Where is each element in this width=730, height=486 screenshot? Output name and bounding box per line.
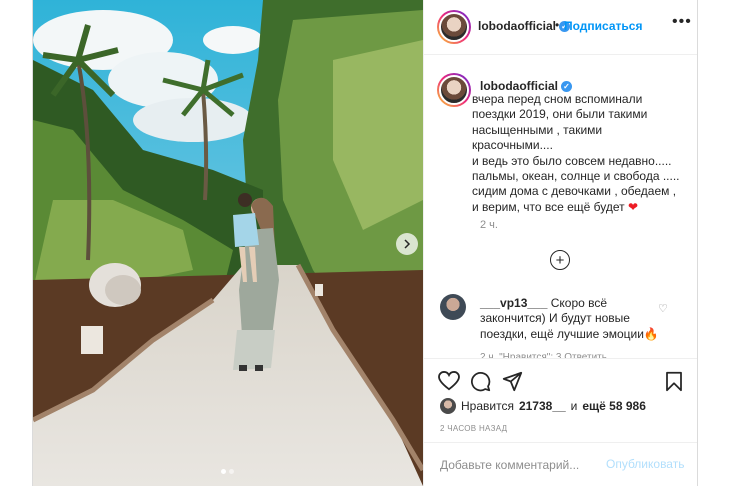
comment-text: ___vp13___ Скоро всё закончится) И будут… (480, 296, 659, 341)
post-caption: вчера перед сном вспоминали поездки 2019… (472, 92, 687, 215)
commenter-avatar[interactable] (440, 294, 466, 320)
carousel-next-button[interactable] (396, 233, 418, 255)
caption-line: пальмы, океан, солнце и свобода ..... (472, 169, 680, 184)
likes-count[interactable]: ещё 58 986 (582, 399, 646, 413)
caption-line: поездки 2019, они были такими (472, 107, 648, 122)
plus-circle-icon[interactable]: + (550, 250, 570, 270)
follow-button[interactable]: Подписаться (564, 19, 642, 33)
post-modal: lobodaofficial ✓ • Подписаться ••• loboda… (32, 0, 698, 486)
caption-line-last: и верим, что все ещё будет ❤ (472, 199, 639, 214)
add-comment-bar: Опубликовать (424, 442, 697, 486)
comment-input[interactable] (438, 455, 602, 475)
comment-icon[interactable] (470, 371, 491, 392)
commenter-username[interactable]: ___vp13___ (480, 296, 547, 310)
caption-avatar[interactable] (437, 73, 471, 107)
post-actions (424, 358, 697, 403)
caption-username[interactable]: lobodaofficial ✓ (480, 79, 572, 93)
carousel-dot (229, 469, 234, 474)
carousel-dot-active (221, 469, 226, 474)
liker-avatar (440, 398, 456, 414)
verified-badge-icon: ✓ (561, 81, 572, 93)
caption-line: сидим дома с девочками , обедаем , (472, 184, 677, 199)
comment-like-icon[interactable]: ♡ (658, 302, 668, 315)
share-icon[interactable] (502, 371, 523, 392)
bookmark-icon[interactable] (665, 371, 683, 392)
post-photo[interactable] (33, 0, 423, 486)
publish-button[interactable]: Опубликовать (606, 457, 684, 471)
page: lobodaofficial ✓ • Подписаться ••• loboda… (0, 0, 730, 486)
caption-line: насыщенными , такими (472, 122, 603, 137)
more-options-button[interactable]: ••• (672, 13, 692, 31)
likes-summary[interactable]: Нравится 21738__ и ещё 58 986 (440, 398, 646, 414)
red-heart-emoji: ❤ (628, 199, 639, 214)
post-time-ago[interactable]: 2 ЧАСОВ НАЗАД (440, 424, 507, 433)
liker-username[interactable]: 21738__ (519, 399, 566, 413)
fire-emoji: 🔥 (643, 326, 659, 341)
carousel-indicator (221, 469, 234, 474)
author-avatar[interactable] (437, 10, 471, 44)
resort-path-photo (33, 0, 423, 486)
chevron-right-icon (404, 239, 411, 249)
post-sidebar: lobodaofficial ✓ • Подписаться ••• loboda… (423, 0, 697, 486)
caption-timestamp[interactable]: 2 ч. (480, 219, 498, 231)
heart-icon[interactable] (438, 371, 460, 391)
header-separator: • (555, 18, 560, 32)
caption-line: вчера перед сном вспоминали (472, 92, 643, 106)
post-header: lobodaofficial ✓ • Подписаться ••• (424, 0, 697, 55)
caption-line: и ведь это было совсем недавно..... (472, 153, 672, 168)
caption-line: красочными.... (472, 138, 553, 153)
